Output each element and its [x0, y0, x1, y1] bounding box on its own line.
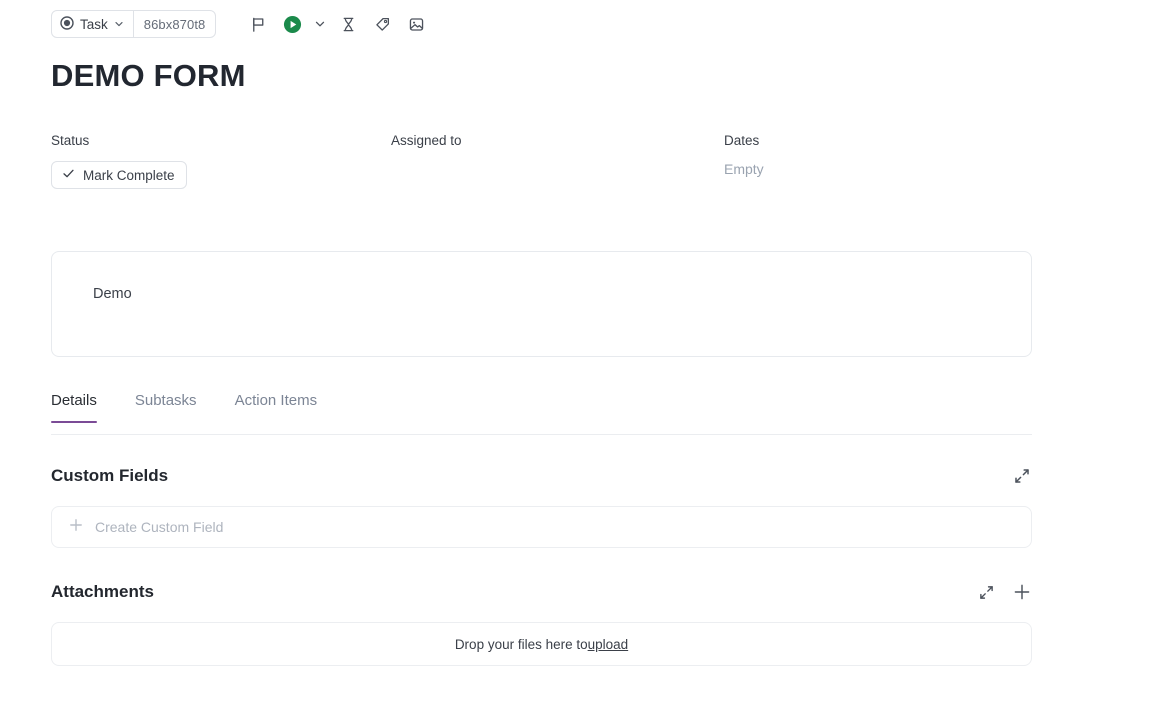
assigned-to-field: Assigned to — [391, 133, 724, 189]
task-type-selector[interactable]: Task — [52, 11, 133, 37]
custom-fields-header: Custom Fields — [51, 466, 1032, 486]
hourglass-icon[interactable] — [331, 9, 365, 39]
mark-complete-button[interactable]: Mark Complete — [51, 161, 187, 189]
custom-fields-actions — [1012, 466, 1032, 486]
upload-link[interactable]: upload — [588, 637, 629, 652]
tab-details[interactable]: Details — [51, 392, 97, 423]
status-label: Status — [51, 133, 90, 148]
description-text[interactable]: Demo — [93, 286, 132, 302]
toolbar-icon-group — [241, 9, 433, 39]
assigned-to-label: Assigned to — [391, 133, 462, 148]
attachments-actions — [976, 582, 1032, 602]
tab-action-items[interactable]: Action Items — [235, 392, 318, 423]
tag-icon[interactable] — [365, 9, 399, 39]
flag-icon[interactable] — [241, 9, 275, 39]
create-custom-field-label: Create Custom Field — [95, 519, 224, 535]
target-icon — [60, 15, 74, 33]
top-toolbar: Task 86bx870t8 — [51, 9, 433, 39]
expand-icon[interactable] — [976, 582, 996, 602]
check-icon — [62, 167, 75, 183]
custom-fields-title: Custom Fields — [51, 466, 169, 485]
expand-icon[interactable] — [1012, 466, 1032, 486]
tab-subtasks[interactable]: Subtasks — [135, 392, 197, 423]
attachments-header: Attachments — [51, 582, 1032, 602]
status-field: Status Mark Complete — [51, 133, 391, 189]
dates-value[interactable]: Empty — [724, 161, 1024, 177]
dropzone-text: Drop your files here to — [454, 636, 588, 652]
dates-field: Dates Empty — [724, 133, 1024, 189]
dates-label: Dates — [724, 133, 760, 148]
tab-bar: Details Subtasks Action Items — [51, 392, 1032, 435]
play-circle-icon[interactable] — [275, 9, 309, 39]
image-icon[interactable] — [399, 9, 433, 39]
chevron-down-icon — [114, 17, 124, 32]
attachments-title: Attachments — [51, 582, 154, 601]
attachment-dropzone[interactable]: Drop your files here to upload — [51, 622, 1032, 666]
task-type-label: Task — [80, 16, 108, 32]
description-card[interactable]: Demo — [51, 251, 1032, 357]
create-custom-field-button[interactable]: Create Custom Field — [51, 506, 1032, 548]
mark-complete-label: Mark Complete — [83, 167, 175, 183]
task-meta-row: Status Mark Complete Assigned to Dates E… — [51, 133, 1032, 189]
task-id-badge[interactable]: 86bx870t8 — [134, 11, 216, 37]
chevron-down-icon[interactable] — [309, 9, 331, 39]
plus-icon — [69, 518, 83, 537]
add-attachment-button[interactable] — [1012, 582, 1032, 602]
page-title[interactable]: DEMO FORM — [51, 58, 246, 94]
task-type-pill-group: Task 86bx870t8 — [51, 10, 217, 38]
